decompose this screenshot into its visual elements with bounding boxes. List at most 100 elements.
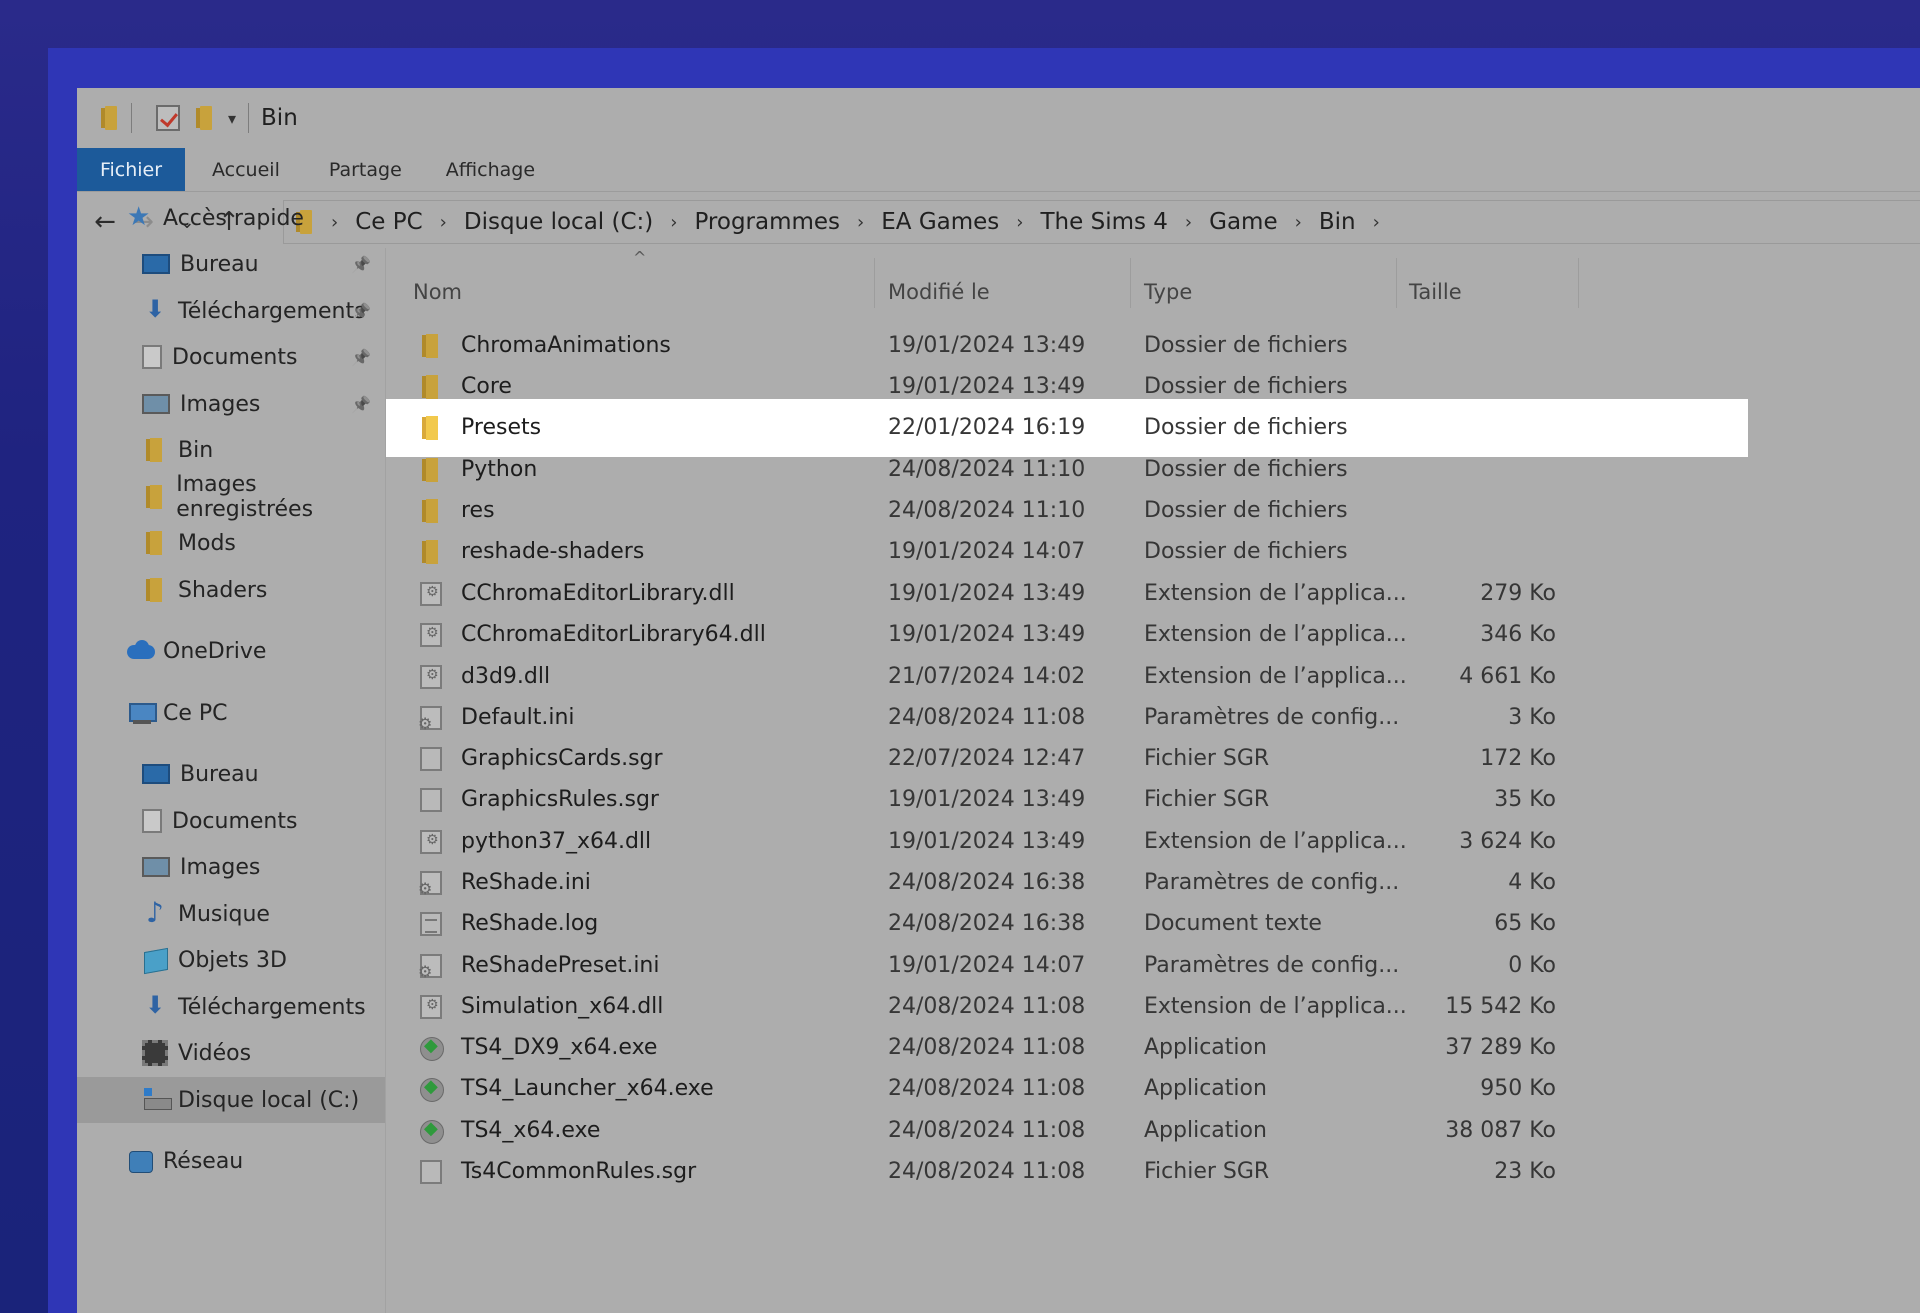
column-header-modified[interactable]: Modifié le [888, 248, 990, 316]
sidebar-item[interactable]: Vidéos [77, 1030, 385, 1076]
file-type: Fichier SGR [1144, 786, 1270, 812]
file-size: 38 087 Ko [1445, 1117, 1556, 1143]
pin-icon[interactable]: 📌 [351, 395, 371, 414]
pin-icon[interactable]: 📌 [351, 348, 371, 367]
dll-file-icon [420, 581, 442, 606]
blank-file-icon [420, 1159, 442, 1184]
sidebar-item[interactable]: Bureau 📌 [77, 241, 385, 287]
dll-file-icon [420, 664, 442, 689]
documents-icon [142, 345, 162, 369]
breadcrumb-ea-games[interactable]: EA Games [881, 209, 999, 235]
sidebar-item[interactable]: Documents [77, 798, 385, 844]
table-row[interactable]: CChromaEditorLibrary64.dll 19/01/2024 13:… [386, 614, 1748, 655]
navigation-pane: Accès rapideBureau📌Téléchargements📌Docum… [77, 202, 385, 1313]
tab-partage[interactable]: Partage [307, 148, 424, 191]
settings-file-icon [418, 870, 442, 898]
table-row[interactable]: GraphicsRules.sgr 19/01/2024 13:49 Fichier… [386, 779, 1748, 820]
pin-icon[interactable]: 📌 [351, 302, 371, 321]
sidebar-item[interactable]: Accès rapide [77, 195, 385, 241]
breadcrumb-game[interactable]: Game [1209, 209, 1277, 235]
table-row[interactable]: ReShade.ini24/08/2024 16:38Paramètres de… [386, 862, 1748, 903]
breadcrumb-the-sims-4[interactable]: The Sims 4 [1041, 209, 1168, 235]
network-icon [127, 1149, 153, 1173]
breadcrumb-bin[interactable]: Bin [1319, 209, 1356, 235]
column-separator[interactable] [1130, 258, 1131, 308]
sidebar-item-label: Shaders [178, 577, 268, 603]
chevron-right-icon[interactable]: › [857, 212, 864, 233]
sort-ascending-icon: ^ [633, 248, 647, 267]
sidebar-item[interactable]: Objets 3D [77, 937, 385, 983]
sidebar-item[interactable]: Ce PC [77, 690, 385, 736]
table-row[interactable]: python37_x64.dll19/01/2024 13:49Extensio… [386, 821, 1748, 862]
table-row[interactable]: TS4_Launcher_x64.exe 24/08/2024 11:08 Appl… [386, 1068, 1748, 1109]
ribbon-tabs: Fichier Accueil Partage Affichage [77, 148, 1920, 192]
sidebar-item[interactable]: Disque local (C:) [77, 1077, 385, 1123]
table-row[interactable]: ReShadePreset.ini19/01/2024 14:07Paramèt… [386, 945, 1748, 986]
table-row[interactable]: Ts4CommonRules.sgr 24/08/2024 11:08 Fichie… [386, 1151, 1748, 1192]
sidebar-item[interactable]: Shaders [77, 567, 385, 613]
table-row[interactable]: Simulation_x64.dll24/08/2024 11:08Extens… [386, 986, 1748, 1027]
chevron-right-icon[interactable]: › [1185, 212, 1192, 233]
address-bar[interactable]: › Ce PC › Disque local (C:) › Programmes… [283, 200, 1920, 244]
new-folder-icon[interactable] [194, 106, 214, 130]
column-header-name[interactable]: Nom [413, 248, 462, 316]
chevron-right-icon[interactable]: › [670, 212, 677, 233]
chevron-right-icon[interactable]: › [1295, 212, 1302, 233]
sidebar-item[interactable]: Mods [77, 520, 385, 566]
breadcrumb-programmes[interactable]: Programmes [694, 209, 840, 235]
tab-fichier[interactable]: Fichier [77, 148, 185, 191]
file-modified: 24/08/2024 11:08 [888, 993, 1086, 1019]
sidebar-item[interactable]: Téléchargements [77, 984, 385, 1030]
sidebar-item[interactable]: Images enregistrées [77, 472, 385, 522]
chevron-right-icon[interactable]: › [440, 212, 447, 233]
file-modified: 24/08/2024 11:08 [888, 1075, 1086, 1101]
customize-toolbar-icon[interactable]: ▾ [228, 109, 236, 128]
tab-affichage[interactable]: Affichage [424, 148, 557, 191]
column-separator[interactable] [874, 258, 875, 308]
desktop-icon [142, 764, 170, 784]
chevron-right-icon[interactable]: › [1016, 212, 1023, 233]
sidebar-item[interactable]: OneDrive [77, 628, 385, 674]
folder-icon [420, 374, 442, 399]
sidebar-item-label: Bureau [180, 761, 259, 787]
column-separator[interactable] [1578, 258, 1579, 308]
file-modified: 19/01/2024 13:49 [888, 580, 1086, 606]
sidebar-item[interactable]: Réseau [77, 1138, 385, 1184]
table-row[interactable]: CChromaEditorLibrary.dll 19/01/2024 13:49… [386, 573, 1748, 614]
chevron-right-icon[interactable]: › [1373, 212, 1380, 233]
sidebar-item[interactable]: Téléchargements📌 [77, 288, 385, 334]
folder-icon [99, 106, 119, 130]
table-row[interactable]: Default.ini24/08/2024 11:08Paramètres de… [386, 697, 1748, 738]
table-row[interactable]: TS4_x64.exe 24/08/2024 11:08 Application 38… [386, 1110, 1748, 1151]
table-row[interactable]: ChromaAnimations 19/01/2024 13:49 Dossier … [386, 325, 1748, 366]
pin-icon[interactable]: 📌 [351, 255, 371, 274]
title-bar: ▾ Bin [77, 88, 1920, 148]
sidebar-item[interactable]: Documents 📌 [77, 334, 385, 380]
column-separator[interactable] [1396, 258, 1397, 308]
settings-file-icon [418, 953, 442, 981]
table-row[interactable]: TS4_DX9_x64.exe 24/08/2024 11:08 Applicati… [386, 1027, 1748, 1068]
sidebar-item-label: Images enregistrées [176, 472, 314, 522]
column-header-size[interactable]: Taille [1409, 248, 1462, 316]
properties-icon[interactable] [156, 105, 180, 131]
table-row[interactable]: Python 24/08/2024 11:10 Dossier de fichier… [386, 449, 1748, 490]
folder-icon [142, 531, 168, 555]
desktop-icon [142, 254, 170, 274]
blank-file-icon [420, 746, 442, 771]
table-row[interactable]: d3d9.dll21/07/2024 14:02Extension de l’a… [386, 656, 1748, 697]
this-pc-icon [127, 701, 157, 725]
sidebar-item[interactable]: Bureau [77, 751, 385, 797]
file-type: Fichier SGR [1144, 745, 1270, 771]
sidebar-item[interactable]: Images 📌 [77, 381, 385, 427]
table-row[interactable]: ReShade.log 24/08/2024 16:38 Document text… [386, 903, 1748, 944]
table-row[interactable]: res 24/08/2024 11:10 Dossier de fichiers [386, 490, 1748, 531]
column-header-type[interactable]: Type [1144, 248, 1192, 316]
table-row[interactable]: GraphicsCards.sgr 22/07/2024 12:47 Fichier… [386, 738, 1748, 779]
table-row[interactable]: reshade-shaders 19/01/2024 14:07 Dossier d… [386, 531, 1748, 572]
tab-accueil[interactable]: Accueil [185, 148, 307, 191]
sidebar-item[interactable]: Images [77, 844, 385, 890]
sidebar-item[interactable]: Bin [77, 427, 385, 473]
sidebar-item[interactable]: Musique [77, 891, 385, 937]
file-size: 15 542 Ko [1445, 993, 1556, 1019]
breadcrumb-disque-local[interactable]: Disque local (C:) [464, 209, 653, 235]
